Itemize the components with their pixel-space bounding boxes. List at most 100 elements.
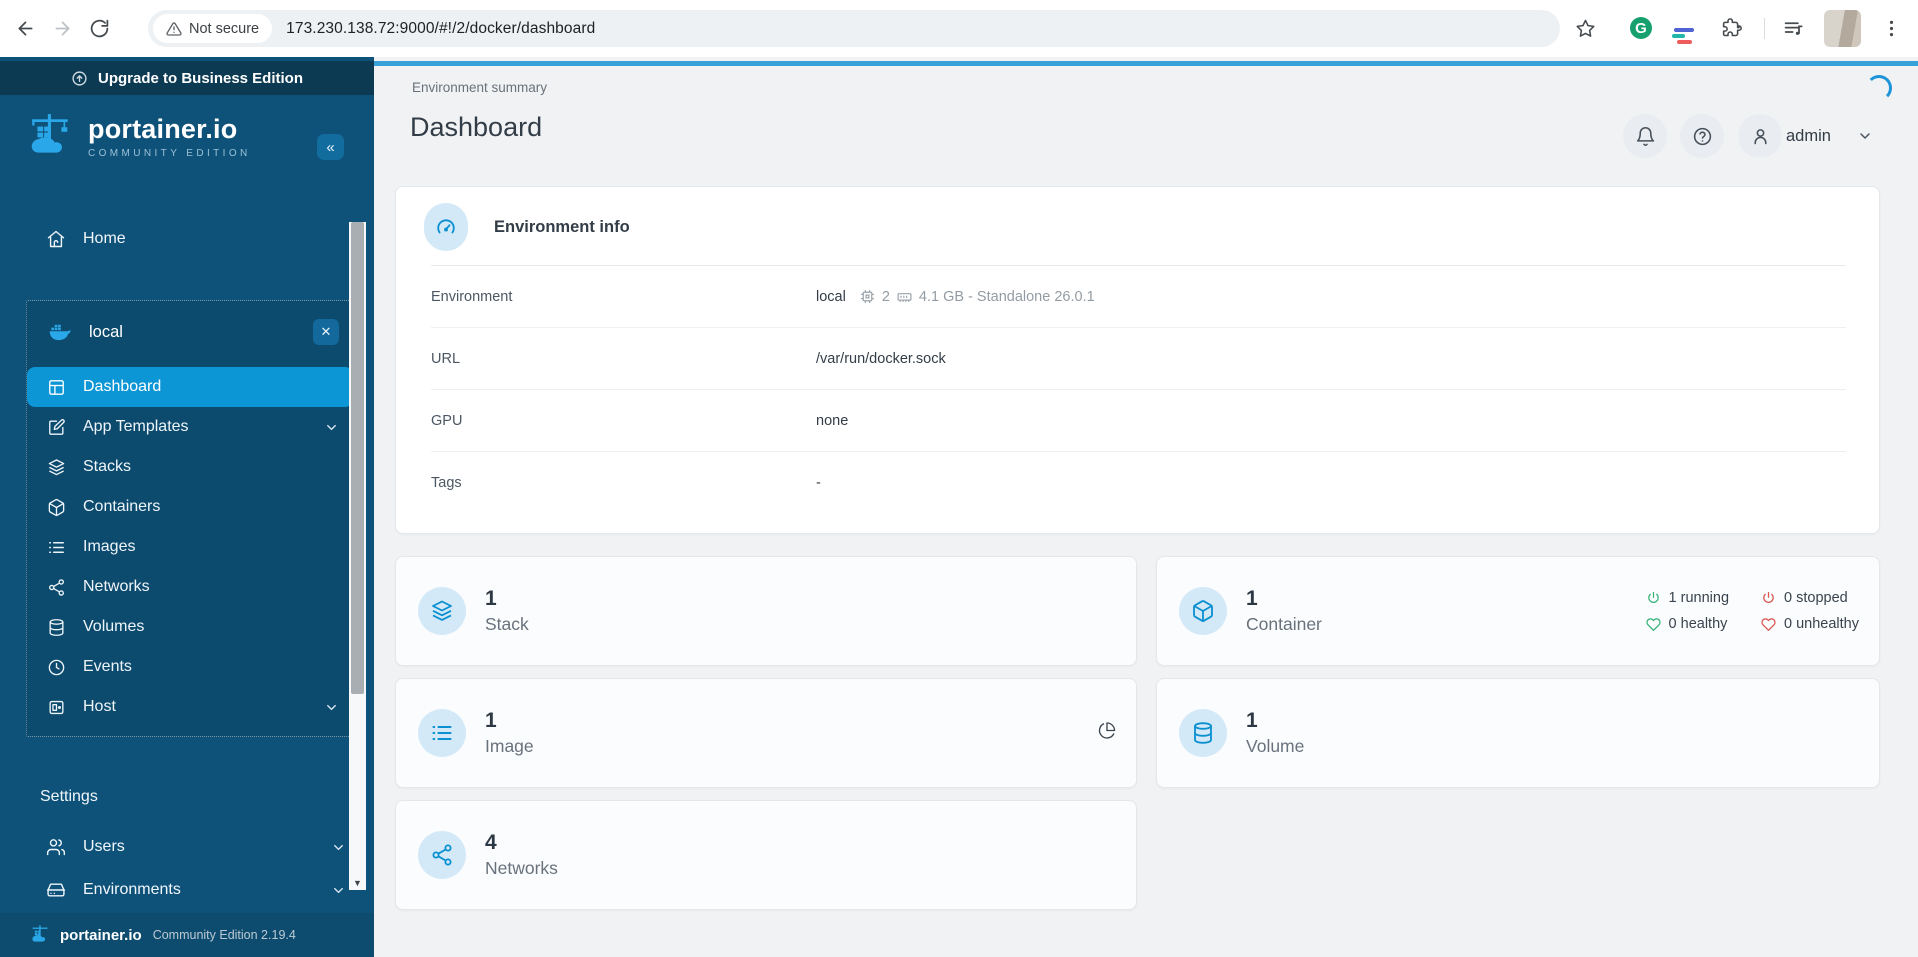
portainer-footer-logo-icon [32,925,48,942]
sidebar-item-stacks[interactable]: Stacks [27,447,353,487]
notifications-bell-button[interactable] [1623,114,1667,158]
portainer-logo: portainer.io COMMUNITY EDITION [26,111,251,163]
power-icon [1647,591,1659,603]
refresh-button[interactable] [82,11,116,45]
container-label: Container [1246,613,1322,634]
volumes-badge [1179,709,1227,757]
networks-card[interactable]: 4 Networks [395,800,1137,910]
address-bar[interactable]: Not secure 173.230.138.72:9000/#!/2/dock… [148,10,1560,47]
volumes-icon [1194,722,1212,744]
heart-icon [1645,617,1661,631]
volume-card[interactable]: 1 Volume [1156,678,1880,788]
environment-specs: 2 4.1 GB - Standalone 26.0.1 [859,288,1095,305]
image-card[interactable]: 1 Image [395,678,1137,788]
sidebar-scrollbar[interactable]: ▼ [349,222,366,890]
info-row-url: URL /var/run/docker.sock [431,328,1846,390]
extensions-puzzle-icon[interactable] [1714,11,1748,45]
info-row-tags: Tags - [431,452,1846,514]
admin-username: admin [1786,126,1831,145]
sidebar-item-settings[interactable]: Settings [0,775,374,819]
sidebar-collapse-button[interactable]: « [317,134,344,160]
stat-healthy: 0 healthy [1645,616,1729,632]
events-icon [48,659,65,675]
memory-value: 4.1 GB - Standalone 26.0.1 [918,288,1095,305]
sidebar: Upgrade to Business Edition portainer.io… [0,57,374,957]
stat-running: 1 running [1646,590,1729,606]
chevron-down-icon [327,704,336,710]
sidebar-item-host[interactable]: Host [27,687,353,727]
chevron-down-icon [334,844,343,850]
cpu-icon [860,290,874,303]
image-label: Image [485,735,534,756]
forward-button[interactable] [45,11,79,45]
stacks-icon [432,600,452,621]
user-icon [1753,128,1767,144]
info-value: none [816,412,849,429]
environment-info-panel: Environment info Environment local 2 4.1… [395,186,1880,534]
container-card[interactable]: 1 Container 1 running 0 stopped 0 health… [1156,556,1880,666]
sidebar-item-users[interactable]: Users [0,825,374,869]
sidebar-item-networks[interactable]: Networks [27,567,353,607]
sidebar-item-dashboard[interactable]: Dashboard [27,367,353,407]
image-count: 1 [485,709,497,733]
media-controls-icon[interactable] [1776,11,1810,45]
upgrade-banner[interactable]: Upgrade to Business Edition [0,61,374,95]
containers-badge [1179,587,1227,635]
panel-header: Environment info [424,203,630,251]
sidebar-item-images[interactable]: Images [27,527,353,567]
environment-name: local [89,322,123,341]
info-row-gpu: GPU none [431,390,1846,452]
bars-extension-icon[interactable] [1666,11,1700,45]
portainer-logo-icon [31,114,68,153]
main-content: Environment summary Dashboard admin Envi… [374,57,1918,957]
stacks-icon [48,458,65,475]
sidebar-item-home[interactable]: Home [0,217,374,261]
stat-stopped: 0 stopped [1761,590,1859,606]
brand-edition: COMMUNITY EDITION [88,147,251,159]
bookmark-star-icon[interactable] [1568,11,1602,45]
sidebar-item-label: Host [83,698,116,715]
info-label: URL [431,350,461,367]
stack-label: Stack [485,613,529,634]
environment-value-name: local [816,288,846,305]
stack-card[interactable]: 1 Stack [395,556,1137,666]
volumes-icon [49,618,64,636]
sidebar-item-environments[interactable]: Environments [0,868,374,912]
power-icon [1763,591,1774,603]
docker-whale-icon [49,324,71,341]
scrollbar-thumb[interactable] [351,222,364,694]
sidebar-item-events[interactable]: Events [27,647,353,687]
help-button[interactable] [1680,114,1724,158]
images-icon [49,541,64,553]
sidebar-item-volumes[interactable]: Volumes [27,607,353,647]
browser-menu-kebab-icon[interactable] [1874,11,1908,45]
admin-menu[interactable]: admin [1786,114,1873,158]
footer-edition: Community Edition 2.19.4 [152,928,296,942]
environment-close-button[interactable]: ✕ [313,319,339,345]
volume-label: Volume [1246,735,1305,756]
scrollbar-down-arrow[interactable]: ▼ [349,875,366,890]
host-icon [49,700,64,714]
sidebar-item-app-templates[interactable]: App Templates [27,407,353,447]
container-count: 1 [1246,587,1258,611]
containers-icon [48,498,65,516]
upgrade-label: Upgrade to Business Edition [97,69,304,87]
stat-unhealthy: 0 unhealthy [1761,616,1859,632]
profile-avatar[interactable] [1824,10,1861,47]
containers-icon [1193,600,1213,622]
not-secure-chip[interactable]: Not secure [153,14,273,43]
networks-label: Networks [485,857,558,878]
help-circle-icon [1693,127,1711,145]
environments-icon [46,883,66,897]
environment-header-local[interactable]: local ✕ [27,301,351,363]
sidebar-item-containers[interactable]: Containers [27,487,353,527]
stack-count: 1 [485,587,497,611]
user-button[interactable] [1738,114,1782,158]
gauge-badge [424,203,468,251]
users-icon [46,839,66,856]
image-usage-pie-button[interactable] [1098,722,1116,745]
back-button[interactable] [8,11,42,45]
gauge-icon [437,219,455,234]
grammarly-extension-icon[interactable]: G [1624,11,1658,45]
sidebar-item-label: Events [83,658,132,675]
